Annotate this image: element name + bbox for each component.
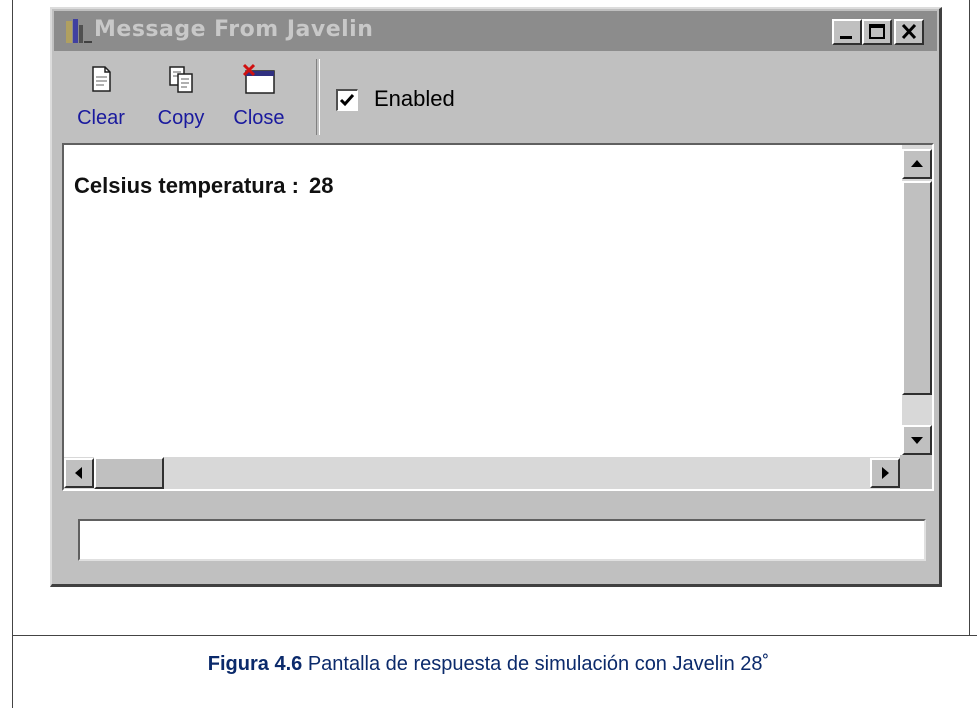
enabled-label[interactable]: Enabled <box>374 86 455 112</box>
scroll-left-button[interactable] <box>64 458 94 488</box>
message-window: Message From Javelin Clear Copy Close En… <box>50 7 942 587</box>
clear-document-icon <box>92 66 111 92</box>
caption-text: Pantalla de respuesta de simulación con … <box>302 653 770 675</box>
clear-button[interactable]: Clear <box>66 59 136 135</box>
scrollbar-corner <box>900 455 932 489</box>
figure-border-divider <box>12 635 977 636</box>
window-title: Message From Javelin <box>94 17 374 42</box>
arrow-up-icon <box>911 160 923 167</box>
horizontal-scroll-thumb[interactable] <box>94 457 164 489</box>
figure-border-right <box>969 0 970 636</box>
title-bar[interactable]: Message From Javelin <box>54 11 937 51</box>
close-icon <box>901 23 917 40</box>
horizontal-scrollbar[interactable] <box>64 457 902 489</box>
scroll-down-button[interactable] <box>902 425 932 455</box>
minimize-icon <box>840 36 852 39</box>
output-label: Celsius temperatura : <box>74 173 299 198</box>
scroll-right-button[interactable] <box>870 458 900 488</box>
maximize-icon <box>869 24 885 39</box>
checkmark-icon <box>339 94 355 107</box>
arrow-down-icon <box>911 437 923 444</box>
close-label: Close <box>233 107 285 129</box>
arrow-left-icon <box>75 467 82 479</box>
arrow-right-icon <box>882 467 889 479</box>
enabled-checkbox[interactable] <box>336 89 358 111</box>
close-window-icon <box>242 63 275 94</box>
figure-caption: Figura 4.6 Pantalla de respuesta de simu… <box>0 653 977 676</box>
vertical-scroll-thumb[interactable] <box>902 181 932 395</box>
status-field[interactable] <box>78 519 926 561</box>
figure-border-left <box>12 0 13 708</box>
toolbar: Clear Copy Close Enabled <box>54 55 937 139</box>
minimize-button[interactable] <box>832 19 862 45</box>
output-area[interactable]: Celsius temperatura : 28 <box>62 143 934 491</box>
scroll-up-button[interactable] <box>902 149 932 179</box>
copy-label: Copy <box>157 107 205 129</box>
toolbar-separator <box>316 59 320 135</box>
copy-icon <box>169 66 193 93</box>
maximize-button[interactable] <box>862 19 892 45</box>
copy-button[interactable]: Copy <box>146 59 216 135</box>
javelin-app-icon <box>66 19 92 43</box>
caption-figure-number: Figura 4.6 <box>207 653 303 675</box>
output-value: 28 <box>308 173 334 198</box>
output-line: Celsius temperatura : 28 <box>74 173 333 199</box>
vertical-scrollbar[interactable] <box>902 145 932 455</box>
close-button[interactable]: Close <box>224 59 294 135</box>
clear-label: Clear <box>77 107 125 129</box>
close-window-button[interactable] <box>894 19 924 45</box>
